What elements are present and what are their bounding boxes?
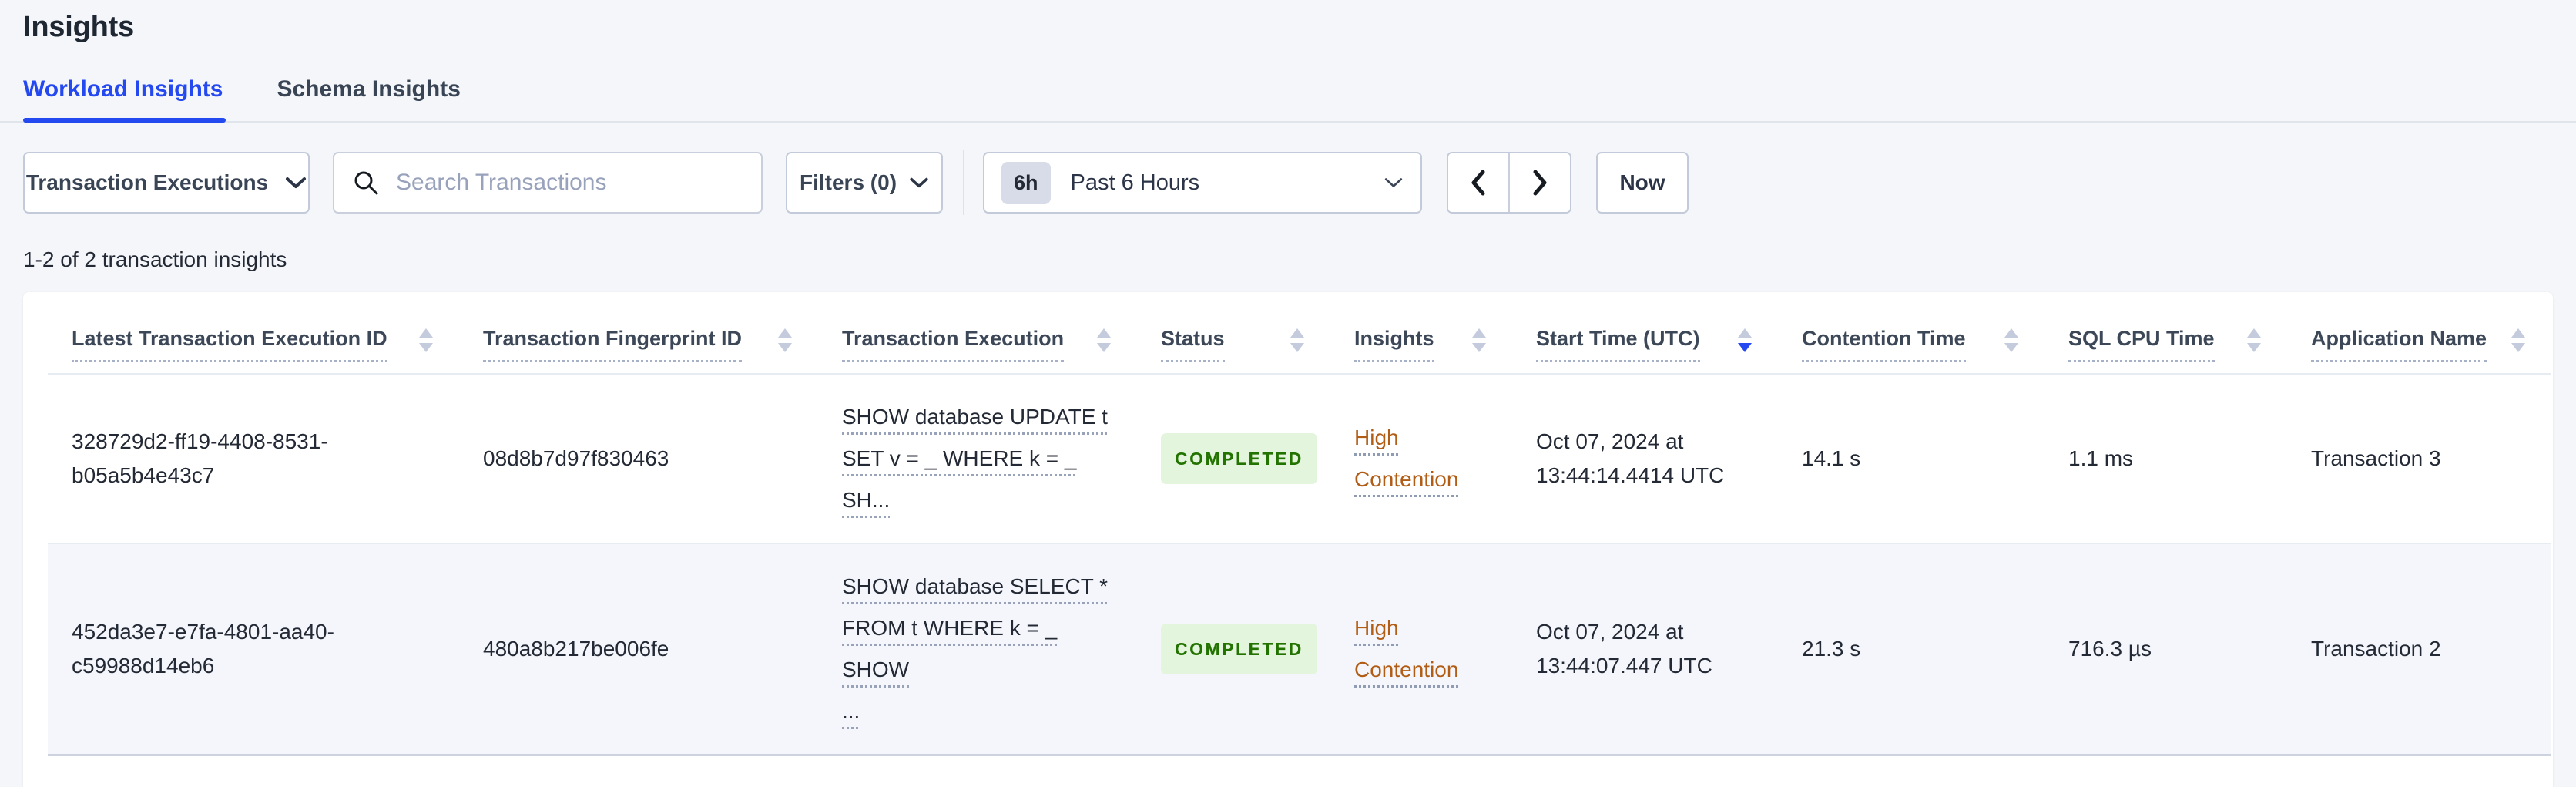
column-header-sql-cpu-time[interactable]: SQL CPU Time <box>2044 292 2287 375</box>
status-badge: COMPLETED <box>1161 624 1317 675</box>
sort-icon[interactable] <box>1472 328 1486 353</box>
now-button[interactable]: Now <box>1596 152 1689 214</box>
cell-sql-cpu-time: 716.3 µs <box>2044 543 2287 757</box>
time-range-pager <box>1447 152 1571 214</box>
page-title: Insights <box>23 11 135 43</box>
cell-fingerprint-id: 480a8b217be006fe <box>459 543 818 757</box>
execution-type-dropdown[interactable]: Transaction Executions <box>23 152 310 214</box>
time-range-badge: 6h <box>1001 161 1051 204</box>
filters-button[interactable]: Filters (0) <box>786 152 943 214</box>
insights-page: Insights Workload Insights Schema Insigh… <box>0 11 2576 787</box>
cell-insights: High Contention <box>1330 543 1512 757</box>
time-range-selector[interactable]: 6h Past 6 Hours <box>983 152 1422 214</box>
transaction-statement-link[interactable]: SET v = _ WHERE k = _ SH... <box>842 438 1119 521</box>
previous-time-range-button[interactable] <box>1448 153 1508 212</box>
cell-fingerprint-id: 08d8b7d97f830463 <box>483 446 669 471</box>
search-input[interactable] <box>394 169 743 197</box>
execution-type-dropdown-label: Transaction Executions <box>25 170 269 194</box>
chevron-down-icon <box>1384 178 1403 187</box>
time-range-label: Past 6 Hours <box>1070 170 1200 195</box>
table-row: 452da3e7-e7fa-4801-aa40-c59988d14eb6 480… <box>48 543 2551 757</box>
cell-status: COMPLETED <box>1137 543 1330 757</box>
cell-contention-time: 14.1 s <box>1802 446 1861 471</box>
sort-icon-active-desc[interactable] <box>1738 328 1752 353</box>
column-header-status[interactable]: Status <box>1137 292 1330 375</box>
column-header-transaction-execution[interactable]: Transaction Execution <box>818 292 1137 375</box>
cell-application-name: Transaction 2 <box>2287 543 2551 757</box>
cell-start-time: Oct 07, 2024 at 13:44:14.4414 UTC <box>1536 429 1725 488</box>
search-icon <box>354 171 378 195</box>
column-header-insights[interactable]: Insights <box>1330 292 1512 375</box>
insights-table-card: Latest Transaction Execution ID Transact… <box>23 292 2553 787</box>
cell-execution-id: 452da3e7-e7fa-4801-aa40-c59988d14eb6 <box>48 543 459 757</box>
table-header-row: Latest Transaction Execution ID Transact… <box>48 292 2551 375</box>
insight-link[interactable]: High Contention <box>1354 607 1494 691</box>
cell-transaction-execution: SHOW database UPDATE t SET v = _ WHERE k… <box>818 374 1137 543</box>
search-box <box>333 152 763 214</box>
toolbar: Transaction Executions Filters (0) 6h Pa… <box>0 150 2576 215</box>
sort-icon[interactable] <box>1290 328 1304 353</box>
cell-transaction-execution: SHOW database SELECT * FROM t WHERE k = … <box>818 543 1137 757</box>
column-header-transaction-fingerprint-id[interactable]: Transaction Fingerprint ID <box>459 292 818 375</box>
chevron-left-icon <box>1471 170 1485 196</box>
sort-icon[interactable] <box>2247 328 2261 353</box>
transaction-statement-link[interactable]: SHOW database UPDATE t <box>842 396 1108 438</box>
tab-bar: Workload Insights Schema Insights <box>0 76 2576 123</box>
sort-icon[interactable] <box>1097 328 1111 353</box>
status-badge: COMPLETED <box>1161 433 1317 485</box>
transaction-statement-link[interactable]: ... <box>842 691 860 732</box>
toolbar-divider <box>963 150 964 215</box>
column-header-start-time-utc[interactable]: Start Time (UTC) <box>1512 292 1778 375</box>
tab-workload-insights[interactable]: Workload Insights <box>23 76 226 123</box>
column-header-contention-time[interactable]: Contention Time <box>1778 292 2044 375</box>
sort-icon[interactable] <box>419 328 433 353</box>
sort-icon[interactable] <box>2511 328 2525 353</box>
cell-application-name: Transaction 3 <box>2311 446 2441 471</box>
chevron-down-icon <box>286 177 307 188</box>
tab-schema-insights[interactable]: Schema Insights <box>277 76 463 121</box>
transaction-statement-link[interactable]: SHOW database SELECT * <box>842 566 1108 607</box>
table-row: 328729d2-ff19-4408-8531-b05a5b4e43c7 08d… <box>48 374 2551 543</box>
insights-table: Latest Transaction Execution ID Transact… <box>48 292 2551 757</box>
sort-icon[interactable] <box>2004 328 2018 353</box>
now-button-label: Now <box>1619 170 1665 194</box>
results-summary: 1-2 of 2 transaction insights <box>23 247 287 271</box>
cell-insights: High Contention <box>1330 374 1512 543</box>
cell-start-time: Oct 07, 2024 at 13:44:07.447 UTC <box>1512 543 1778 757</box>
filters-button-label: Filters (0) <box>799 170 897 194</box>
chevron-right-icon <box>1533 170 1547 196</box>
chevron-down-icon <box>910 177 928 188</box>
next-time-range-button[interactable] <box>1508 153 1570 212</box>
cell-execution-id: 328729d2-ff19-4408-8531-b05a5b4e43c7 <box>72 429 328 488</box>
insight-link[interactable]: High Contention <box>1354 417 1494 500</box>
cell-sql-cpu-time: 1.1 ms <box>2068 446 2134 471</box>
cell-status: COMPLETED <box>1137 374 1330 543</box>
cell-contention-time: 21.3 s <box>1778 543 2044 757</box>
column-header-application-name[interactable]: Application Name <box>2287 292 2551 375</box>
transaction-statement-link[interactable]: FROM t WHERE k = _ SHOW <box>842 607 1119 691</box>
sort-icon[interactable] <box>778 328 792 353</box>
column-header-latest-transaction-execution-id[interactable]: Latest Transaction Execution ID <box>48 292 459 375</box>
